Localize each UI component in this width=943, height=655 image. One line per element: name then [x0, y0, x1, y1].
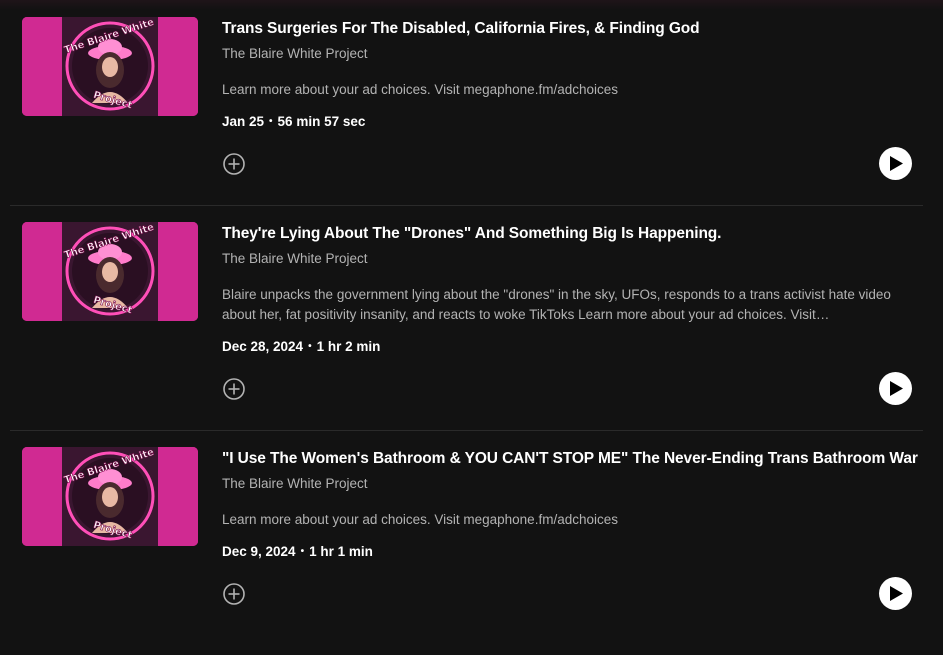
play-button[interactable] [879, 372, 912, 405]
add-to-library-button[interactable] [222, 152, 246, 176]
episode-row[interactable]: The Blaire White Project "I Use The Wome… [10, 431, 923, 655]
episode-show-name[interactable]: The Blaire White Project [222, 46, 368, 61]
plus-circle-icon [223, 153, 245, 175]
episode-meta: Dec 9, 2024 • 1 hr 1 min [222, 544, 373, 559]
play-button[interactable] [879, 147, 912, 180]
episode-row[interactable]: The Blaire White Project They're Lying A… [10, 206, 923, 431]
episode-date: Jan 25 [222, 114, 265, 129]
episode-title[interactable]: Trans Surgeries For The Disabled, Califo… [222, 20, 700, 38]
episode-duration: 1 hr 1 min [309, 544, 373, 559]
episode-date: Dec 28, 2024 [222, 339, 304, 354]
episode-date: Dec 9, 2024 [222, 544, 296, 559]
episode-description: Blaire unpacks the government lying abou… [222, 287, 891, 322]
plus-circle-icon [223, 583, 245, 605]
episode-title[interactable]: They're Lying About The "Drones" And Som… [222, 225, 721, 243]
play-button[interactable] [879, 577, 912, 610]
episode-meta: Jan 25 • 56 min 57 sec [222, 114, 366, 129]
episode-description: Learn more about your ad choices. Visit … [222, 512, 618, 527]
episode-show-name[interactable]: The Blaire White Project [222, 251, 368, 266]
episode-cover-image[interactable]: The Blaire White Project [22, 222, 198, 321]
play-icon [890, 381, 903, 396]
add-to-library-button[interactable] [222, 377, 246, 401]
plus-circle-icon [223, 378, 245, 400]
play-icon [890, 156, 903, 171]
episode-show-name[interactable]: The Blaire White Project [222, 476, 368, 491]
episode-duration: 1 hr 2 min [316, 339, 381, 354]
play-icon [890, 586, 903, 601]
episode-meta: Dec 28, 2024 • 1 hr 2 min [222, 339, 381, 354]
add-to-library-button[interactable] [222, 582, 246, 606]
episode-row[interactable]: The Blaire White Project Trans Surgeries… [10, 0, 923, 206]
episode-description: Learn more about your ad choices. Visit … [222, 82, 618, 97]
episode-title[interactable]: "I Use The Women's Bathroom & YOU CAN'T … [222, 450, 918, 468]
episode-list: The Blaire White Project Trans Surgeries… [10, 0, 923, 655]
episode-duration: 56 min 57 sec [277, 114, 366, 129]
episode-cover-image[interactable]: The Blaire White Project [22, 17, 198, 116]
episode-cover-image[interactable]: The Blaire White Project [22, 447, 198, 546]
